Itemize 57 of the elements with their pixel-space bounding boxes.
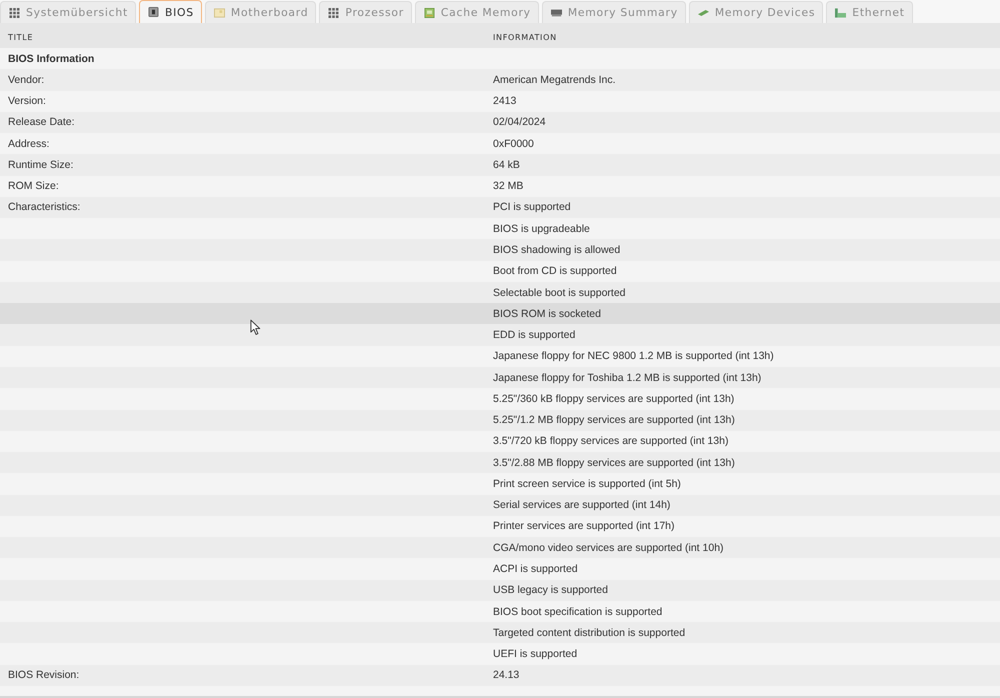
table-cell: Address: (8, 138, 50, 150)
network-card-icon (835, 8, 846, 18)
table-cell: BIOS ROM is socketed (493, 308, 601, 320)
table-cell: UEFI is supported (493, 648, 578, 660)
tab[interactable]: Motherboard (204, 1, 316, 23)
table-cell: ROM Size: (8, 180, 59, 192)
table-cell: 24.13 (493, 669, 520, 682)
table-cell: BIOS is upgradeable (493, 222, 590, 235)
table-cell: Runtime Size: (8, 158, 74, 171)
table-cell: CGA/mono video services are supported (int 10h) (493, 542, 724, 554)
table-cell: 32 MB (493, 180, 524, 192)
table-cell: ACPI is supported (493, 563, 578, 575)
memory-module-icon (550, 8, 562, 18)
mouse-pointer-icon (250, 319, 261, 336)
table-cell: Vendor: (8, 74, 44, 86)
tab[interactable]: Cache Memory (414, 1, 539, 23)
grid-icon (9, 8, 20, 18)
table-cell: 3.5"/720 kB floppy services are supported (int 13h) (493, 435, 728, 448)
table-cell: BIOS Revision: (8, 669, 80, 682)
table-cell: Version: (8, 95, 46, 108)
table-cell: 02/04/2024 (493, 116, 546, 128)
tab[interactable]: Memory Devices (688, 1, 824, 23)
column-header: INFORMATION (493, 32, 557, 42)
table-cell: Selectable boot is supported (493, 286, 626, 299)
tab[interactable]: Prozessor (319, 1, 412, 23)
table-cell: Targeted content distribution is supported (493, 626, 686, 639)
section-title: BIOS Information (8, 52, 94, 65)
table-cell: BIOS boot specification is supported (493, 606, 662, 618)
chip-icon (424, 8, 435, 18)
table-cell: BIOS shadowing is allowed (493, 244, 620, 256)
table-cell: 3.5"/2.88 MB floppy services are supported (int 13h) (493, 456, 735, 469)
chip-icon (148, 7, 159, 17)
tab[interactable]: BIOS (138, 0, 202, 23)
table-cell: EDD is supported (493, 329, 576, 342)
table-cell: Japanese floppy for Toshiba 1.2 MB is supported (int 13h) (493, 372, 762, 384)
column-header: TITLE (8, 32, 34, 42)
table-cell: 5.25"/1.2 MB floppy services are supported (int 13h) (493, 414, 735, 426)
table-cell: USB legacy is supported (493, 584, 608, 596)
table-cell: Printer services are supported (int 17h) (493, 520, 674, 532)
table-cell: 2413 (493, 95, 516, 108)
table-cell: Characteristics: (8, 201, 80, 214)
tab[interactable]: Systemübersicht (0, 1, 136, 23)
table-cell: Print screen service is supported (int 5h) (493, 478, 681, 490)
table-cell: Serial services are supported (int 14h) (493, 499, 670, 512)
table-cell: Boot from CD is supported (493, 265, 617, 278)
table-cell: PCI is supported (493, 201, 571, 214)
table-cell: 0xF0000 (493, 138, 534, 150)
table-cell: American Megatrends Inc. (493, 74, 616, 86)
table-cell: Release Date: (8, 116, 75, 128)
table-cell: 5.25"/360 kB floppy services are supported (int 13h) (493, 392, 734, 405)
board-icon (214, 8, 225, 18)
table-cell: 64 kB (493, 158, 520, 171)
memory-stick-icon (698, 8, 709, 18)
table-cell: Japanese floppy for NEC 9800 1.2 MB is supported (int 13h) (493, 350, 774, 362)
grid-icon (328, 8, 340, 18)
tab[interactable]: Memory Summary (542, 1, 686, 23)
tab[interactable]: Ethernet (826, 1, 913, 23)
